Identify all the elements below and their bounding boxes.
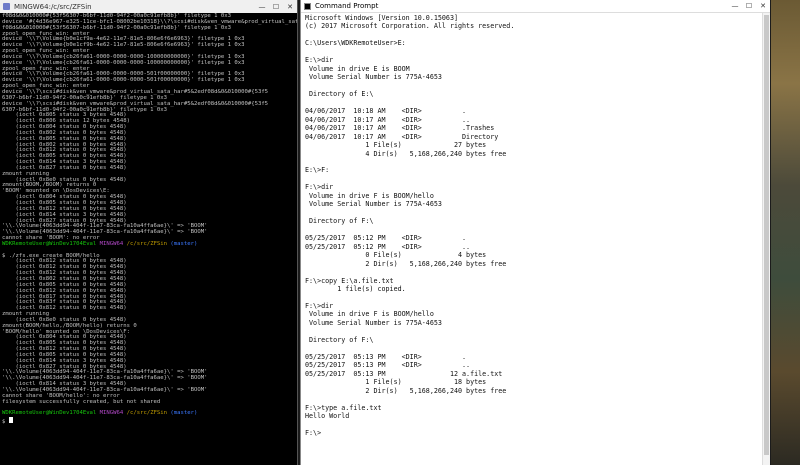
cmd-output-line [305,158,768,166]
cmd-output-line: 1 File(s) 18 bytes [305,378,487,387]
cmd-output-line: 04/06/2017 10:17 AM <DIR> .. [305,115,471,124]
cmd-output-line: Directory of F:\ [305,335,374,344]
prompt-git-branch: (master) [170,410,198,417]
cmd-output-line: E:\>dir [305,56,334,65]
cmd-output-line [305,395,768,403]
cmd-output-line [305,226,768,234]
cmd-scrollbar-thumb[interactable] [764,15,769,455]
cmd-output-line: Hello World [305,412,350,421]
cmd-output-line: 1 File(s) 27 bytes [305,141,487,150]
cmd-output-line: 0 File(s) 4 bytes [305,251,487,260]
mingw64-titlebar[interactable]: MINGW64:/c/src/ZFSin — ☐ ✕ [0,0,297,13]
prompt-path: /c/src/ZFSin [126,410,168,417]
minimize-icon: — [258,2,266,11]
cmd-app-icon [304,2,311,10]
cmd-output-line [305,31,768,39]
mingw-app-icon [3,3,10,10]
cmd-output-line [305,209,768,217]
cmd-output-line: F:\>copy E:\a.file.txt [305,276,394,285]
cmd-output-line: 2 Dir(s) 5,168,266,240 bytes free [305,386,507,395]
desktop-background [771,0,800,465]
cmd-vertical-scrollbar[interactable] [762,13,770,465]
prompt-shell-name: MINGW64 [99,240,124,247]
cmd-output-line: 04/06/2017 10:17 AM <DIR> Directory [305,132,499,141]
cmd-output-line: 4 Dir(s) 5,168,266,240 bytes free [305,149,507,158]
prompt-user-host: WDKRemoteUser@WinDev1704Eval [2,240,97,247]
cmd-output-line: F:\> [305,428,322,437]
cmd-output-line: F:\>dir [305,301,334,310]
prompt-path: /c/src/ZFSin [126,240,168,247]
cmd-output-line [305,344,768,352]
cmd-output-line [305,99,768,107]
cmd-output-line: 05/25/2017 05:12 PM <DIR> . [305,234,467,243]
cmd-output-line: Directory of F:\ [305,217,374,226]
mingw-close-button[interactable]: ✕ [283,0,297,13]
command-prompt-window[interactable]: Command Prompt — ☐ ✕ Microsoft Windows [… [300,0,770,465]
cmd-output-line [305,327,768,335]
cmd-output-line: 04/06/2017 10:18 AM <DIR> . [305,107,467,116]
cmd-output-line: 1 file(s) copied. [305,285,406,293]
cmd-titlebar[interactable]: Command Prompt — ☐ ✕ [301,0,770,13]
mingw64-window-title: MINGW64:/c/src/ZFSin [14,2,92,11]
cmd-output-line: Volume in drive F is BOOM/hello [305,191,434,200]
cmd-output-line: (c) 2017 Microsoft Corporation. All righ… [305,22,515,31]
cmd-output-line [305,421,768,429]
cmd-output-line: Volume in drive E is BOOM [305,64,410,73]
prompt-shell-name: MINGW64 [99,410,124,417]
cmd-output-line: 05/25/2017 05:13 PM <DIR> . [305,352,467,361]
cmd-output-line: Volume Serial Number is 775A-4653 [305,318,442,327]
mingw64-terminal-output[interactable]: f08d&0&010000#{53f56307-b6bf-11d0-94f2-0… [0,13,297,427]
cmd-output-line: 05/25/2017 05:13 PM 12 a.file.txt [305,369,503,378]
maximize-icon: ☐ [745,2,753,10]
cmd-output-line: 05/25/2017 05:12 PM <DIR> .. [305,242,471,251]
cmd-close-button[interactable]: ✕ [756,0,770,13]
cmd-output-line: Volume Serial Number is 775A-4653 [305,200,442,209]
text-cursor [8,417,13,424]
cmd-output-line: Microsoft Windows [Version 10.0.15063] [305,14,458,22]
mingw-output-line: $ [2,417,295,426]
mingw-maximize-button[interactable]: ☐ [269,0,283,13]
minimize-icon: — [731,2,739,10]
maximize-icon: ☐ [272,2,280,11]
cmd-minimize-button[interactable]: — [728,0,742,13]
cmd-window-title: Command Prompt [315,2,379,10]
close-icon: ✕ [287,2,293,11]
close-icon: ✕ [760,2,766,10]
prompt-git-branch: (master) [170,240,198,247]
cmd-output-line: F:\>type a.file.txt [305,403,382,412]
cmd-output-line: C:\Users\WDKRemoteUser>E: [305,39,406,48]
cmd-output-line [305,48,768,56]
cmd-output-line [305,82,768,90]
cmd-output-line: Directory of E:\ [305,90,374,99]
mingw64-terminal-window[interactable]: MINGW64:/c/src/ZFSin — ☐ ✕ f08d&0&010000… [0,0,298,465]
cmd-terminal-output[interactable]: Microsoft Windows [Version 10.0.15063] (c… [301,13,770,438]
cmd-output-line: Volume Serial Number is 775A-4653 [305,73,442,82]
cmd-output-line [305,268,768,276]
cmd-output-line: 04/06/2017 10:17 AM <DIR> .Trashes [305,124,495,133]
cmd-maximize-button[interactable]: ☐ [742,0,756,13]
cmd-output-line: Volume in drive F is BOOM/hello [305,310,434,319]
cmd-output-line [305,175,768,183]
cmd-output-line: F:\>dir [305,183,334,192]
cmd-output-line: 05/25/2017 05:13 PM <DIR> .. [305,361,471,370]
cmd-output-line: E:\>F: [305,166,330,175]
cmd-output-line: 2 Dir(s) 5,168,266,240 bytes free [305,259,507,268]
mingw-minimize-button[interactable]: — [255,0,269,13]
prompt-user-host: WDKRemoteUser@WinDev1704Eval [2,410,97,417]
cmd-output-line [305,293,768,301]
